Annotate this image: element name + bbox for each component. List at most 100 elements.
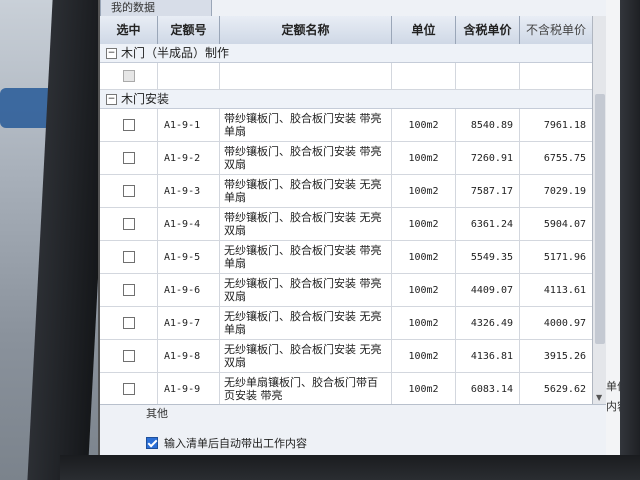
auto-fill-option[interactable]: 输入清单后自动带出工作内容: [146, 435, 307, 451]
col-price-tax[interactable]: 含税单价: [456, 16, 520, 44]
code-cell: A1-9-5: [158, 241, 220, 273]
collapse-icon[interactable]: −: [106, 47, 117, 59]
unit-cell: 100m2: [392, 109, 456, 141]
group-label: 木门安装: [121, 92, 170, 106]
name-cell: 带纱镶板门、胶合板门安装 无亮单扇: [220, 175, 392, 207]
name-cell: 无纱镶板门、胶合板门安装 无亮单扇: [220, 307, 392, 339]
collapse-icon[interactable]: −: [106, 93, 117, 105]
code-cell: A1-9-3: [158, 175, 220, 207]
select-cell: [100, 241, 158, 273]
code-cell: A1-9-1: [158, 109, 220, 141]
code-cell: A1-9-6: [158, 274, 220, 306]
select-cell: [100, 373, 158, 405]
price-tax-cell: [456, 63, 520, 89]
table-row[interactable]: A1-9-1 带纱镶板门、胶合板门安装 带亮单扇 100m2 8540.89 7961.…: [100, 109, 592, 142]
price-tax-cell: 6083.14: [456, 373, 520, 405]
auto-fill-checkbox[interactable]: [146, 437, 158, 449]
price-tax-cell: 4136.81: [456, 340, 520, 372]
tab-my-data[interactable]: 我的数据: [100, 0, 212, 17]
price-tax-cell: 4326.49: [456, 307, 520, 339]
unit-cell: 100m2: [392, 274, 456, 306]
group-row[interactable]: − 木门（半成品）制作: [100, 44, 592, 63]
scrollbar-thumb[interactable]: [595, 94, 605, 344]
bottom-bar: 其他 输入清单后自动带出工作内容: [100, 404, 606, 458]
row-checkbox[interactable]: [122, 284, 135, 296]
table-row[interactable]: A1-9-5 无纱镶板门、胶合板门安装 带亮单扇 100m2 5549.35 5171.…: [100, 241, 592, 274]
price-tax-cell: 7587.17: [456, 175, 520, 207]
name-cell: 带纱镶板门、胶合板门安装 带亮单扇: [220, 109, 392, 141]
code-cell: A1-9-9: [158, 373, 220, 405]
select-cell: [100, 63, 158, 89]
table-body: A1-9-1 带纱镶板门、胶合板门安装 带亮单扇 100m2 8540.89 7961.…: [100, 109, 592, 439]
name-cell: 无纱镶板门、胶合板门安装 带亮单扇: [220, 241, 392, 273]
row-checkbox[interactable]: [122, 383, 135, 395]
code-cell: A1-9-7: [158, 307, 220, 339]
name-cell: [220, 63, 392, 89]
price-tax-cell: 4409.07: [456, 274, 520, 306]
name-cell: 无纱单扇镶板门、胶合板门带百页安装 带亮: [220, 373, 392, 405]
unit-cell: 100m2: [392, 307, 456, 339]
price-notax-cell: 3915.26: [543, 350, 586, 362]
price-tax-cell: 7260.91: [456, 142, 520, 174]
table-row[interactable]: A1-9-8 无纱镶板门、胶合板门安装 无亮双扇 100m2 4136.81 3915.…: [100, 340, 592, 373]
unit-cell: 100m2: [392, 175, 456, 207]
table-row[interactable]: A1-9-6 无纱镶板门、胶合板门安装 带亮双扇 100m2 4409.07 4113.…: [100, 274, 592, 307]
select-cell: [100, 175, 158, 207]
row-checkbox[interactable]: [122, 152, 135, 164]
side-label-content: 内容: [606, 400, 620, 413]
scroll-down-icon[interactable]: ▼: [596, 393, 602, 402]
name-cell: 无纱镶板门、胶合板门安装 无亮双扇: [220, 340, 392, 372]
group-label: 木门（半成品）制作: [121, 46, 230, 60]
col-code[interactable]: 定额号: [158, 16, 220, 44]
select-cell: [100, 274, 158, 306]
unit-cell: 100m2: [392, 208, 456, 240]
row-checkbox[interactable]: [122, 185, 135, 197]
app-screen: 我的数据 选中 定额号 定额名称 单位 含税单价 不含税单价 − 木门（半成品）…: [98, 0, 620, 458]
name-cell: 带纱镶板门、胶合板门安装 无亮双扇: [220, 208, 392, 240]
side-panel: 单价 内容: [606, 0, 620, 458]
row-checkbox[interactable]: [122, 119, 135, 131]
unit-cell: 100m2: [392, 241, 456, 273]
row-checkbox[interactable]: [122, 218, 135, 230]
price-notax-cell: 5171.96: [543, 251, 586, 263]
unit-cell: 100m2: [392, 373, 456, 405]
table-header: 选中 定额号 定额名称 单位 含税单价 不含税单价: [100, 16, 592, 45]
vertical-scrollbar[interactable]: ▼: [592, 16, 607, 404]
row-checkbox[interactable]: [122, 70, 135, 82]
col-price-notax[interactable]: 不含税单价: [520, 16, 592, 44]
name-cell: 无纱镶板门、胶合板门安装 带亮双扇: [220, 274, 392, 306]
table-row[interactable]: A1-9-9 无纱单扇镶板门、胶合板门带百页安装 带亮 100m2 6083.14 56…: [100, 373, 592, 406]
select-cell: [100, 109, 158, 141]
code-cell: A1-9-2: [158, 142, 220, 174]
row-checkbox[interactable]: [122, 317, 135, 329]
other-label: 其他: [146, 407, 168, 420]
table-row[interactable]: A1-9-4 带纱镶板门、胶合板门安装 无亮双扇 100m2 6361.24 5904.…: [100, 208, 592, 241]
select-cell: [100, 208, 158, 240]
side-label-price: 单价: [606, 380, 620, 393]
table-row[interactable]: A1-9-7 无纱镶板门、胶合板门安装 无亮单扇 100m2 4326.49 4000.…: [100, 307, 592, 340]
price-notax-cell: 5904.07: [543, 218, 586, 230]
name-cell: 带纱镶板门、胶合板门安装 带亮双扇: [220, 142, 392, 174]
price-notax-cell: 5629.62: [543, 383, 586, 395]
price-notax-cell: [520, 63, 592, 89]
price-notax-cell: 4113.61: [543, 284, 586, 296]
auto-fill-label: 输入清单后自动带出工作内容: [164, 437, 307, 450]
col-select[interactable]: 选中: [100, 16, 158, 44]
select-cell: [100, 340, 158, 372]
unit-cell: 100m2: [392, 340, 456, 372]
code-cell: [158, 63, 220, 89]
group-row[interactable]: − 木门安装: [100, 90, 592, 109]
row-checkbox[interactable]: [122, 251, 135, 263]
table-row[interactable]: A1-9-3 带纱镶板门、胶合板门安装 无亮单扇 100m2 7587.17 7029.…: [100, 175, 592, 208]
select-cell: [100, 142, 158, 174]
col-name[interactable]: 定额名称: [220, 16, 392, 44]
unit-cell: 100m2: [392, 142, 456, 174]
monitor-bezel-bottom: [60, 455, 640, 480]
row-checkbox[interactable]: [122, 350, 135, 362]
select-cell: [100, 307, 158, 339]
table-row-empty[interactable]: [100, 63, 592, 90]
price-notax-cell: 6755.75: [543, 152, 586, 164]
col-unit[interactable]: 单位: [392, 16, 456, 44]
table-row[interactable]: A1-9-2 带纱镶板门、胶合板门安装 带亮双扇 100m2 7260.91 6755.…: [100, 142, 592, 175]
price-tax-cell: 5549.35: [456, 241, 520, 273]
